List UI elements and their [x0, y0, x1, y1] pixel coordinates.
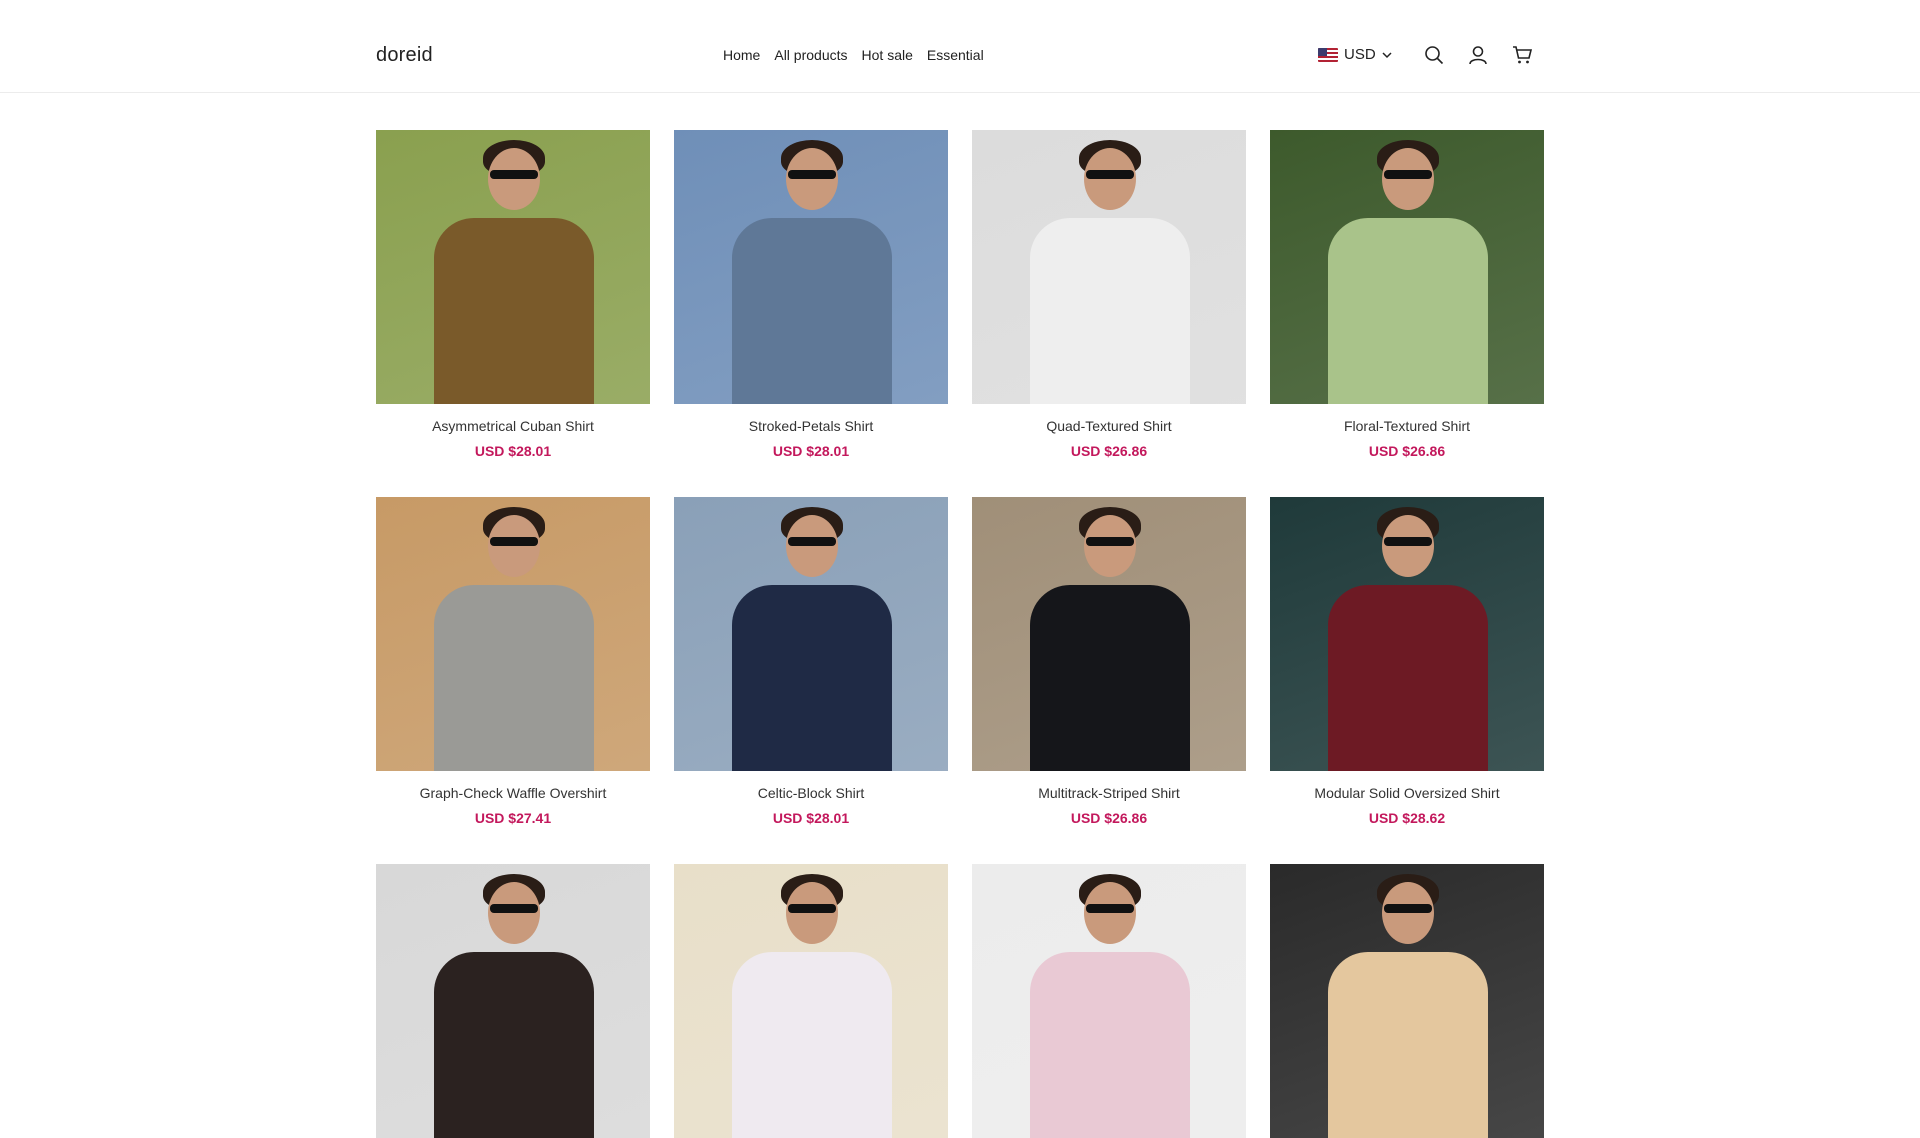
- account-icon[interactable]: [1467, 44, 1489, 66]
- product-name[interactable]: Asymmetrical Cuban Shirt: [376, 418, 650, 434]
- product-card[interactable]: Quad-Textured Shirt USD $26.86: [972, 130, 1246, 459]
- product-name[interactable]: Celtic-Block Shirt: [674, 785, 948, 801]
- product-image[interactable]: [376, 864, 650, 1138]
- product-image[interactable]: [674, 864, 948, 1138]
- product-image[interactable]: [1270, 864, 1544, 1138]
- product-price: USD $27.41: [474, 810, 552, 826]
- product-image[interactable]: [674, 130, 948, 404]
- nav-home[interactable]: Home: [723, 47, 760, 63]
- site-logo[interactable]: doreid: [376, 44, 433, 67]
- site-header: doreid Home All products Hot sale Essent…: [0, 0, 1920, 93]
- product-name[interactable]: Multitrack-Striped Shirt: [972, 785, 1246, 801]
- product-price: USD $26.86: [1070, 810, 1148, 826]
- product-card[interactable]: [1270, 864, 1544, 1138]
- currency-code: USD: [1344, 46, 1376, 63]
- product-card[interactable]: Modular Solid Oversized Shirt USD $28.62: [1270, 497, 1544, 826]
- product-price: USD $28.62: [1368, 810, 1446, 826]
- product-image[interactable]: [1270, 497, 1544, 771]
- currency-selector[interactable]: USD: [1318, 46, 1394, 63]
- product-price: USD $28.01: [474, 443, 552, 459]
- nav-all-products[interactable]: All products: [774, 47, 847, 63]
- product-image[interactable]: [376, 497, 650, 771]
- search-icon[interactable]: [1423, 44, 1445, 66]
- cart-icon[interactable]: [1511, 44, 1533, 66]
- product-price: USD $26.86: [1070, 443, 1148, 459]
- product-image[interactable]: [972, 864, 1246, 1138]
- product-card[interactable]: [972, 864, 1246, 1138]
- product-name[interactable]: Quad-Textured Shirt: [972, 418, 1246, 434]
- product-image[interactable]: [376, 130, 650, 404]
- product-name[interactable]: Graph-Check Waffle Overshirt: [376, 785, 650, 801]
- product-image[interactable]: [972, 130, 1246, 404]
- product-image[interactable]: [1270, 130, 1544, 404]
- product-name[interactable]: Stroked-Petals Shirt: [674, 418, 948, 434]
- chevron-down-icon: [1382, 51, 1392, 58]
- product-image[interactable]: [972, 497, 1246, 771]
- product-card[interactable]: Stroked-Petals Shirt USD $28.01: [674, 130, 948, 459]
- product-price: USD $26.86: [1368, 443, 1446, 459]
- product-price: USD $28.01: [772, 443, 850, 459]
- product-card[interactable]: Floral-Textured Shirt USD $26.86: [1270, 130, 1544, 459]
- product-card[interactable]: [376, 864, 650, 1138]
- main-nav: Home All products Hot sale Essential: [723, 47, 984, 63]
- product-card[interactable]: Multitrack-Striped Shirt USD $26.86: [972, 497, 1246, 826]
- product-name[interactable]: Floral-Textured Shirt: [1270, 418, 1544, 434]
- product-image[interactable]: [674, 497, 948, 771]
- product-card[interactable]: [674, 864, 948, 1138]
- product-price: USD $28.01: [772, 810, 850, 826]
- product-card[interactable]: Graph-Check Waffle Overshirt USD $27.41: [376, 497, 650, 826]
- product-card[interactable]: Celtic-Block Shirt USD $28.01: [674, 497, 948, 826]
- product-card[interactable]: Asymmetrical Cuban Shirt USD $28.01: [376, 130, 650, 459]
- product-name[interactable]: Modular Solid Oversized Shirt: [1270, 785, 1544, 801]
- nav-hot-sale[interactable]: Hot sale: [862, 47, 913, 63]
- nav-essential[interactable]: Essential: [927, 47, 984, 63]
- us-flag-icon: [1318, 47, 1338, 62]
